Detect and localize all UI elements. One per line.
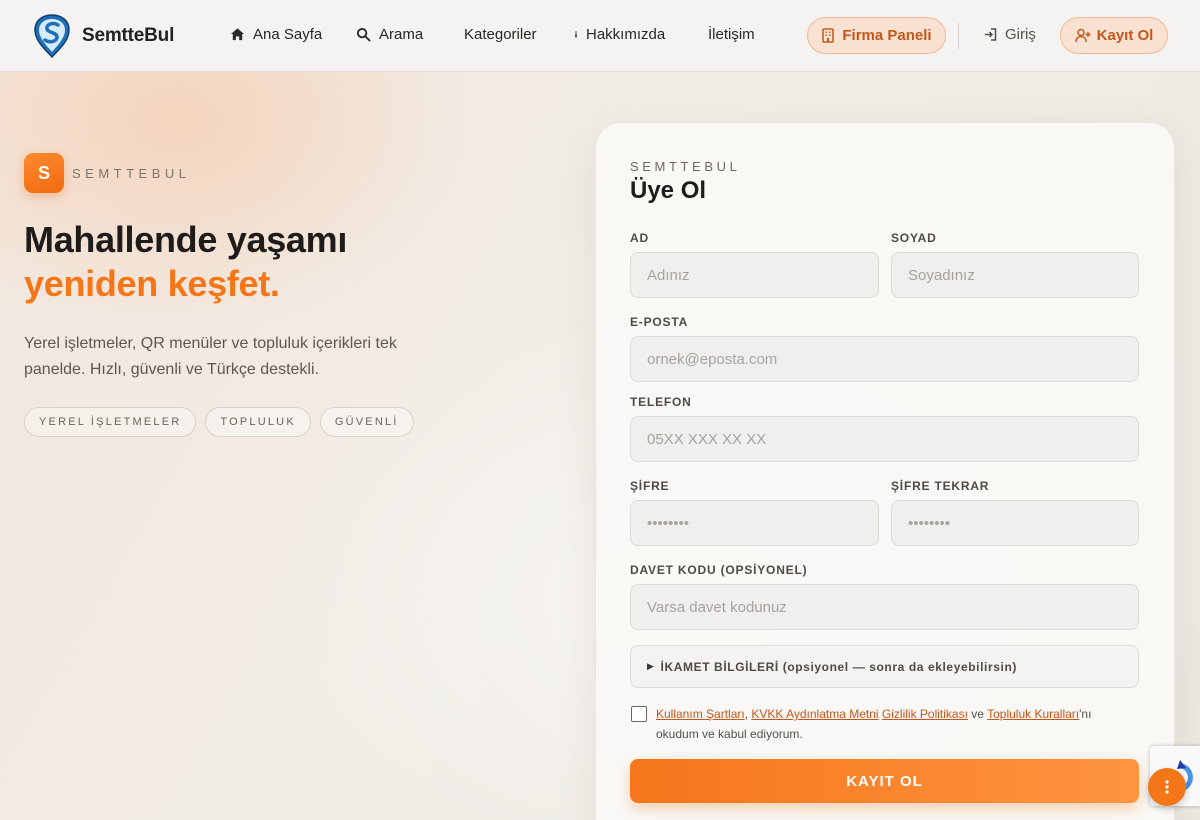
login-icon [985, 28, 997, 41]
chip-secure: GÜVENLİ [319, 407, 414, 437]
password-input[interactable] [630, 500, 879, 546]
hero-title: Mahallende yaşamı yeniden keşfet. [24, 218, 347, 306]
invite-code-input[interactable] [630, 584, 1139, 630]
home-icon [230, 28, 245, 41]
firm-panel-button[interactable]: Firma Paneli [807, 17, 946, 54]
top-navbar: SemtteBul Ana Sayfa Arama Kategoriler Ha… [0, 0, 1200, 72]
nav-home-label: Ana Sayfa [253, 26, 323, 43]
chip-community: TOPLULUK [205, 407, 311, 437]
register-label: Kayıt Ol [1096, 27, 1154, 44]
email-label: E-POSTA [630, 315, 689, 329]
register-button[interactable]: Kayıt Ol [1060, 17, 1168, 54]
nav-categories-label: Kategoriler [464, 26, 537, 43]
terms-and: ve [971, 707, 984, 721]
terms-of-use-link[interactable]: Kullanım Şartları [656, 707, 745, 721]
submit-register-button[interactable]: KAYIT OL [630, 759, 1139, 803]
brand-badge-label: SEMTTEBUL [72, 166, 191, 181]
terms-checkbox[interactable] [631, 706, 647, 722]
nav-categories[interactable]: Kategoriler [464, 26, 537, 43]
brand-badge: S [24, 153, 64, 193]
card-kicker: SEMTTEBUL [630, 159, 741, 174]
password-label: ŞİFRE [630, 479, 670, 493]
info-icon [575, 31, 577, 38]
kvkk-link[interactable]: KVKK Aydınlatma Metni [751, 707, 878, 721]
email-input[interactable] [630, 336, 1139, 382]
semttebul-logo-icon[interactable] [34, 14, 70, 58]
more-options-button[interactable] [1148, 768, 1186, 806]
hero-chips: YEREL İŞLETMELER TOPLULUK GÜVENLİ [24, 407, 414, 437]
brand-name[interactable]: SemtteBul [82, 25, 174, 47]
password-repeat-label: ŞİFRE TEKRAR [891, 479, 990, 493]
password-repeat-input[interactable] [891, 500, 1139, 546]
nav-contact[interactable]: İletişim [708, 26, 755, 43]
login-button[interactable]: Giriş [983, 26, 1036, 43]
search-icon [356, 27, 371, 42]
first-name-input[interactable] [630, 252, 879, 298]
chip-local-businesses: YEREL İŞLETMELER [24, 407, 197, 437]
privacy-policy-link[interactable]: Gizlilik Politikası [882, 707, 968, 721]
last-name-input[interactable] [891, 252, 1139, 298]
nav-search-label: Arama [379, 26, 424, 43]
nav-about[interactable]: Hakkımızda [572, 26, 665, 43]
last-name-label: SOYAD [891, 231, 937, 245]
residence-details-label: İKAMET BİLGİLERİ (opsiyonel — sonra da e… [660, 659, 1017, 674]
phone-label: TELEFON [630, 395, 692, 409]
residence-details-toggle[interactable]: ▶ İKAMET BİLGİLERİ (opsiyonel — sonra da… [630, 645, 1139, 688]
first-name-label: AD [630, 231, 649, 245]
hero-title-line1: Mahallende yaşamı [24, 219, 348, 260]
firm-panel-label: Firma Paneli [842, 27, 932, 44]
building-icon [822, 28, 835, 43]
nav-search[interactable]: Arama [356, 26, 423, 43]
user-plus-icon [1074, 28, 1091, 43]
header-divider [958, 23, 959, 49]
card-title: Üye Ol [630, 177, 707, 204]
hero-description: Yerel işletmeler, QR menüler ve topluluk… [24, 335, 397, 378]
nav-home[interactable]: Ana Sayfa [230, 26, 322, 43]
more-vertical-icon [1165, 780, 1169, 794]
hero-title-line2: yeniden keşfet. [24, 263, 280, 304]
login-label: Giriş [1005, 26, 1036, 43]
nav-contact-label: İletişim [708, 26, 755, 43]
invite-code-label: DAVET KODU (OPSİYONEL) [630, 563, 808, 577]
terms-separator: , [744, 707, 749, 721]
community-rules-link[interactable]: Topluluk Kuralları [987, 707, 1079, 721]
caret-right-icon: ▶ [647, 661, 655, 671]
terms-text: Kullanım Şartları, KVKK Aydınlatma Metni… [656, 704, 1126, 744]
phone-input[interactable] [630, 416, 1139, 462]
nav-about-label: Hakkımızda [586, 26, 666, 43]
